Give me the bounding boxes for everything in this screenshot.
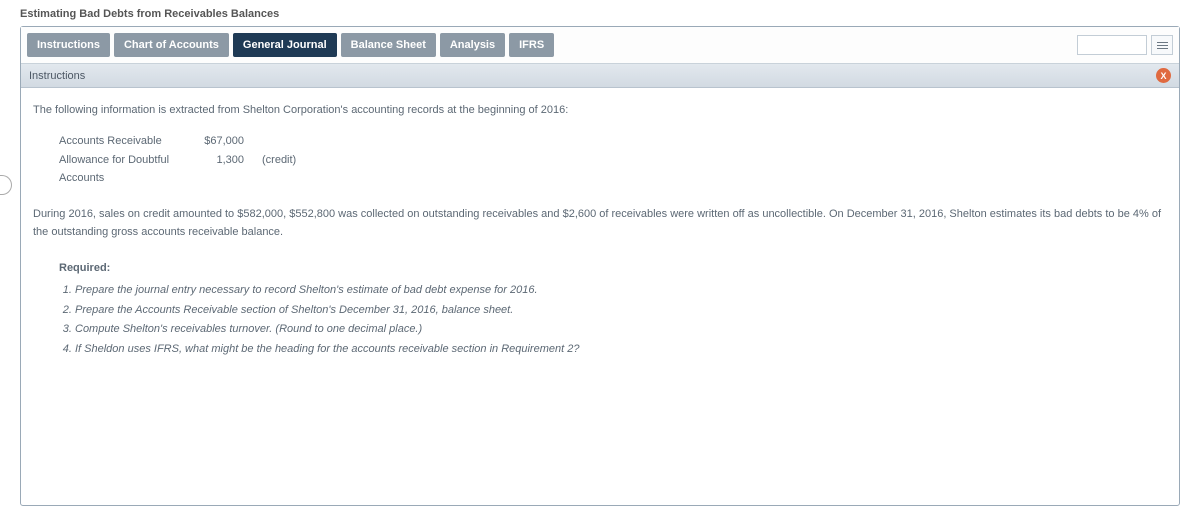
required-title: Required: <box>59 260 1167 278</box>
left-edge-handle[interactable] <box>0 175 12 195</box>
account-value: 1,300 <box>189 152 244 187</box>
panel-content: The following information is extracted f… <box>21 88 1179 374</box>
menu-button[interactable] <box>1151 35 1173 55</box>
account-label: Allowance for Doubtful Accounts <box>59 152 189 187</box>
table-row: Accounts Receivable $67,000 <box>59 132 1167 152</box>
list-item: Compute Shelton's receivables turnover. … <box>75 320 1167 340</box>
account-label: Accounts Receivable <box>59 133 189 151</box>
tab-bar: Instructions Chart of Accounts General J… <box>21 27 1179 64</box>
body-paragraph: During 2016, sales on credit amounted to… <box>33 206 1167 241</box>
tab-analysis[interactable]: Analysis <box>440 33 505 57</box>
intro-text: The following information is extracted f… <box>33 102 1167 120</box>
accounts-table: Accounts Receivable $67,000 Allowance fo… <box>59 132 1167 189</box>
tab-balance-sheet[interactable]: Balance Sheet <box>341 33 436 57</box>
panel-title: Instructions <box>29 70 85 82</box>
panel-header: Instructions X <box>21 64 1179 88</box>
required-list: Prepare the journal entry necessary to r… <box>75 281 1167 359</box>
list-item: Prepare the journal entry necessary to r… <box>75 281 1167 301</box>
account-note: (credit) <box>262 152 296 187</box>
menu-icon <box>1157 42 1168 49</box>
tab-instructions[interactable]: Instructions <box>27 33 110 57</box>
tab-chart-of-accounts[interactable]: Chart of Accounts <box>114 33 229 57</box>
list-item: Prepare the Accounts Receivable section … <box>75 301 1167 321</box>
required-block: Required: Prepare the journal entry nece… <box>59 260 1167 360</box>
close-button[interactable]: X <box>1156 68 1171 83</box>
list-item: If Sheldon uses IFRS, what might be the … <box>75 340 1167 360</box>
page-title: Estimating Bad Debts from Receivables Ba… <box>0 0 1200 26</box>
search-input[interactable] <box>1077 35 1147 55</box>
table-row: Allowance for Doubtful Accounts 1,300 (c… <box>59 151 1167 188</box>
account-value: $67,000 <box>189 133 244 151</box>
tab-general-journal[interactable]: General Journal <box>233 33 337 57</box>
main-frame: Instructions Chart of Accounts General J… <box>20 26 1180 506</box>
tab-ifrs[interactable]: IFRS <box>509 33 554 57</box>
